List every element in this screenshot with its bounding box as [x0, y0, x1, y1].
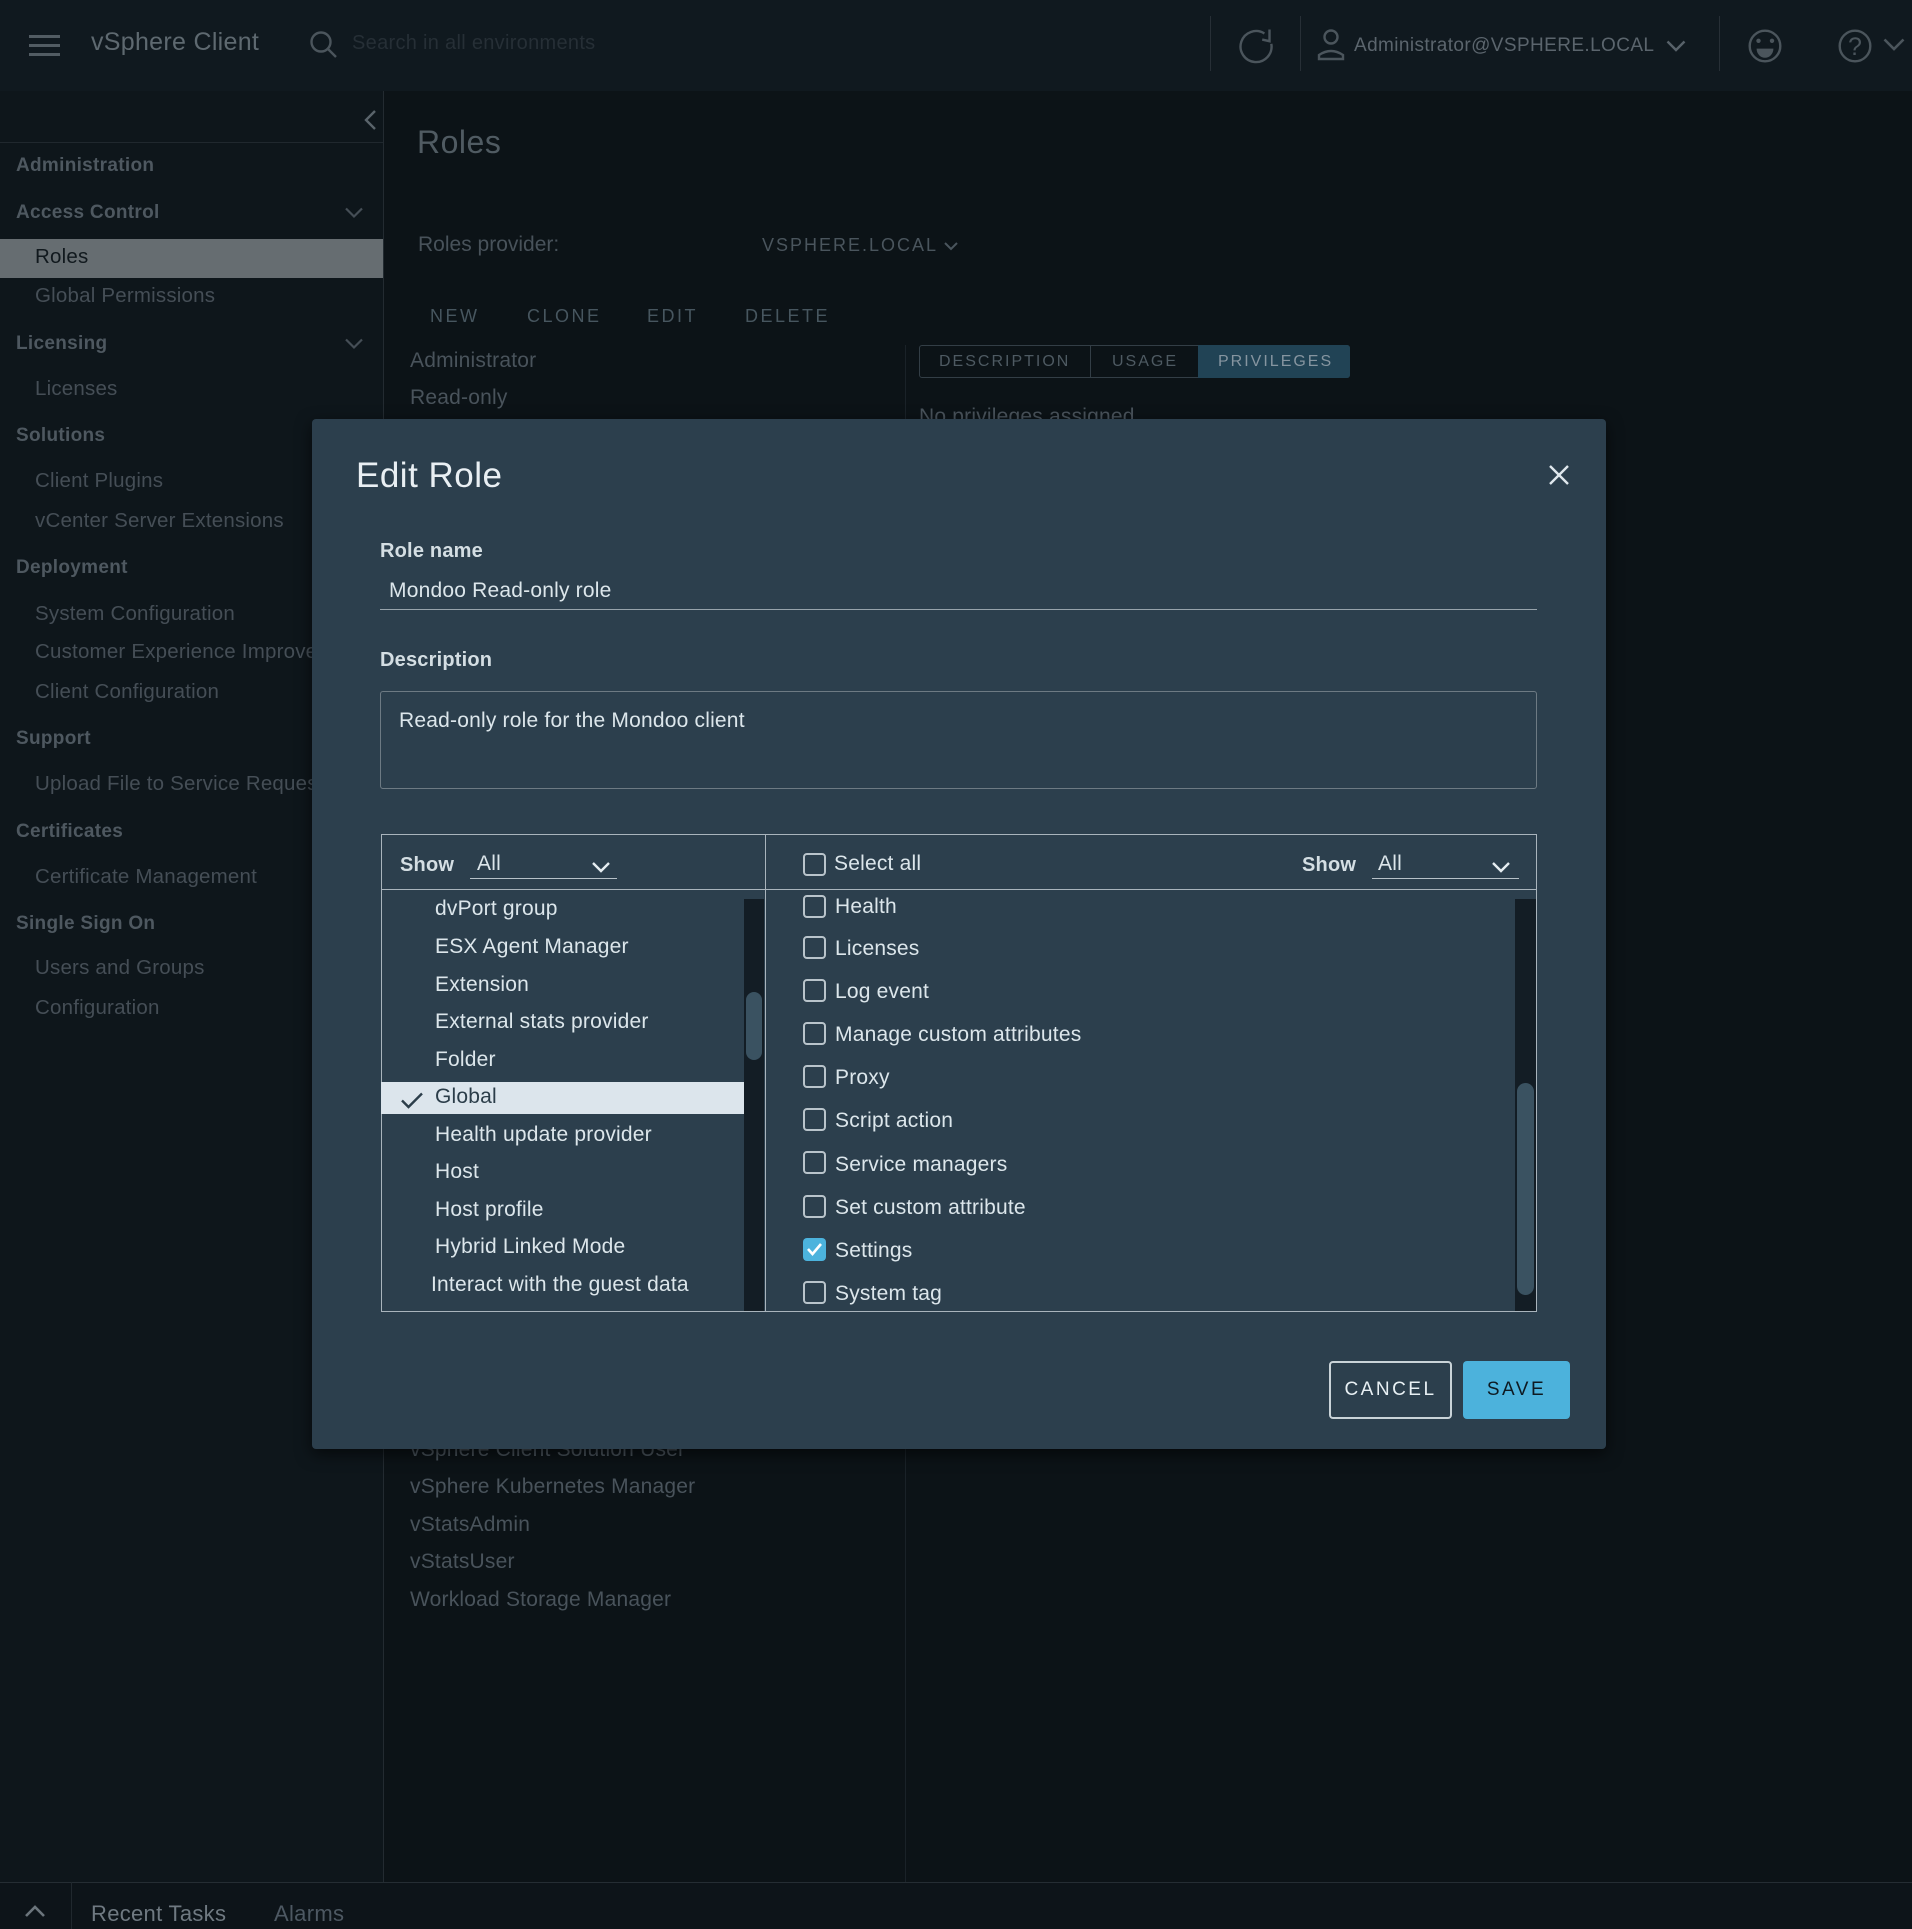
svg-text:?: ? [1848, 33, 1862, 61]
